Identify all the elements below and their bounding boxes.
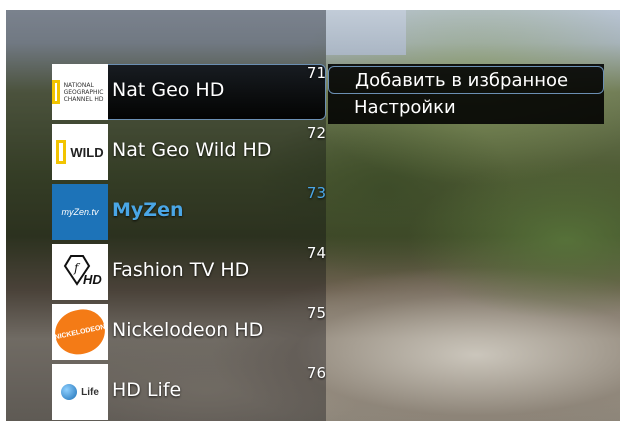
channel-number: 76: [306, 364, 326, 382]
channel-number: 74: [306, 244, 326, 262]
hd-life-globe-icon: [61, 384, 78, 400]
menu-item-settings[interactable]: Настройки: [328, 94, 604, 122]
nickelodeon-logo: NICKELODEON: [52, 304, 108, 360]
channel-row-nickelodeon-hd[interactable]: NICKELODEON Nickelodeon HD 75: [52, 304, 326, 360]
channel-row-fashion-tv-hd[interactable]: f HD Fashion TV HD 74: [52, 244, 326, 300]
myzen-tv-logo: myZen.tv: [52, 184, 108, 240]
channel-number: 71: [306, 64, 326, 82]
channel-row-hd-life[interactable]: Life HD Life 76: [52, 364, 326, 420]
channel-number: 73: [306, 184, 326, 202]
myzen-logo-text: myZen.tv: [61, 207, 99, 217]
channel-name: Fashion TV HD: [112, 259, 250, 281]
nickelodeon-logo-text: NICKELODEON: [53, 323, 107, 341]
channel-name: Nickelodeon HD: [112, 319, 264, 341]
svg-text:HD: HD: [83, 272, 102, 287]
channel-row-nat-geo-wild-hd[interactable]: WILD Nat Geo Wild HD 72: [52, 124, 326, 180]
nickelodeon-splat-icon: NICKELODEON: [52, 305, 108, 359]
channel-number: 75: [306, 304, 326, 322]
nat-geo-wild-logo: WILD: [52, 124, 108, 180]
menu-item-label: Настройки: [354, 97, 456, 118]
natgeo-logo-text: NATIONAL GEOGRAPHIC CHANNEL HD: [63, 81, 104, 103]
tv-screen: NATIONAL GEOGRAPHIC CHANNEL HD Nat Geo H…: [6, 10, 620, 421]
national-geographic-channel-logo: NATIONAL GEOGRAPHIC CHANNEL HD: [52, 64, 108, 120]
context-menu: Добавить в избранное Настройки: [328, 64, 604, 124]
channel-name: Nat Geo Wild HD: [112, 139, 272, 161]
fashion-tv-diamond-icon: f HD: [63, 255, 102, 287]
channel-row-myzen[interactable]: myZen.tv MyZen 73: [52, 184, 326, 240]
video-background-sky: [326, 10, 406, 55]
fashion-tv-logo: f HD: [52, 244, 108, 300]
natgeo-yellow-frame-icon: [56, 140, 67, 164]
svg-text:f: f: [73, 261, 81, 275]
channel-name: MyZen: [112, 199, 184, 221]
natgeo-wild-logo-text: WILD: [70, 144, 104, 160]
channel-list: NATIONAL GEOGRAPHIC CHANNEL HD Nat Geo H…: [6, 10, 326, 421]
hd-life-logo: Life: [52, 364, 108, 420]
channel-number: 72: [306, 124, 326, 142]
menu-item-label: Добавить в избранное: [355, 70, 569, 91]
channel-name: Nat Geo HD: [112, 79, 225, 101]
hd-life-logo-text: Life: [81, 386, 99, 398]
menu-item-add-to-favorites[interactable]: Добавить в избранное: [328, 66, 604, 94]
channel-name: HD Life: [112, 379, 182, 401]
channel-row-nat-geo-hd[interactable]: NATIONAL GEOGRAPHIC CHANNEL HD Nat Geo H…: [52, 64, 326, 120]
natgeo-yellow-frame-icon: [52, 80, 60, 104]
